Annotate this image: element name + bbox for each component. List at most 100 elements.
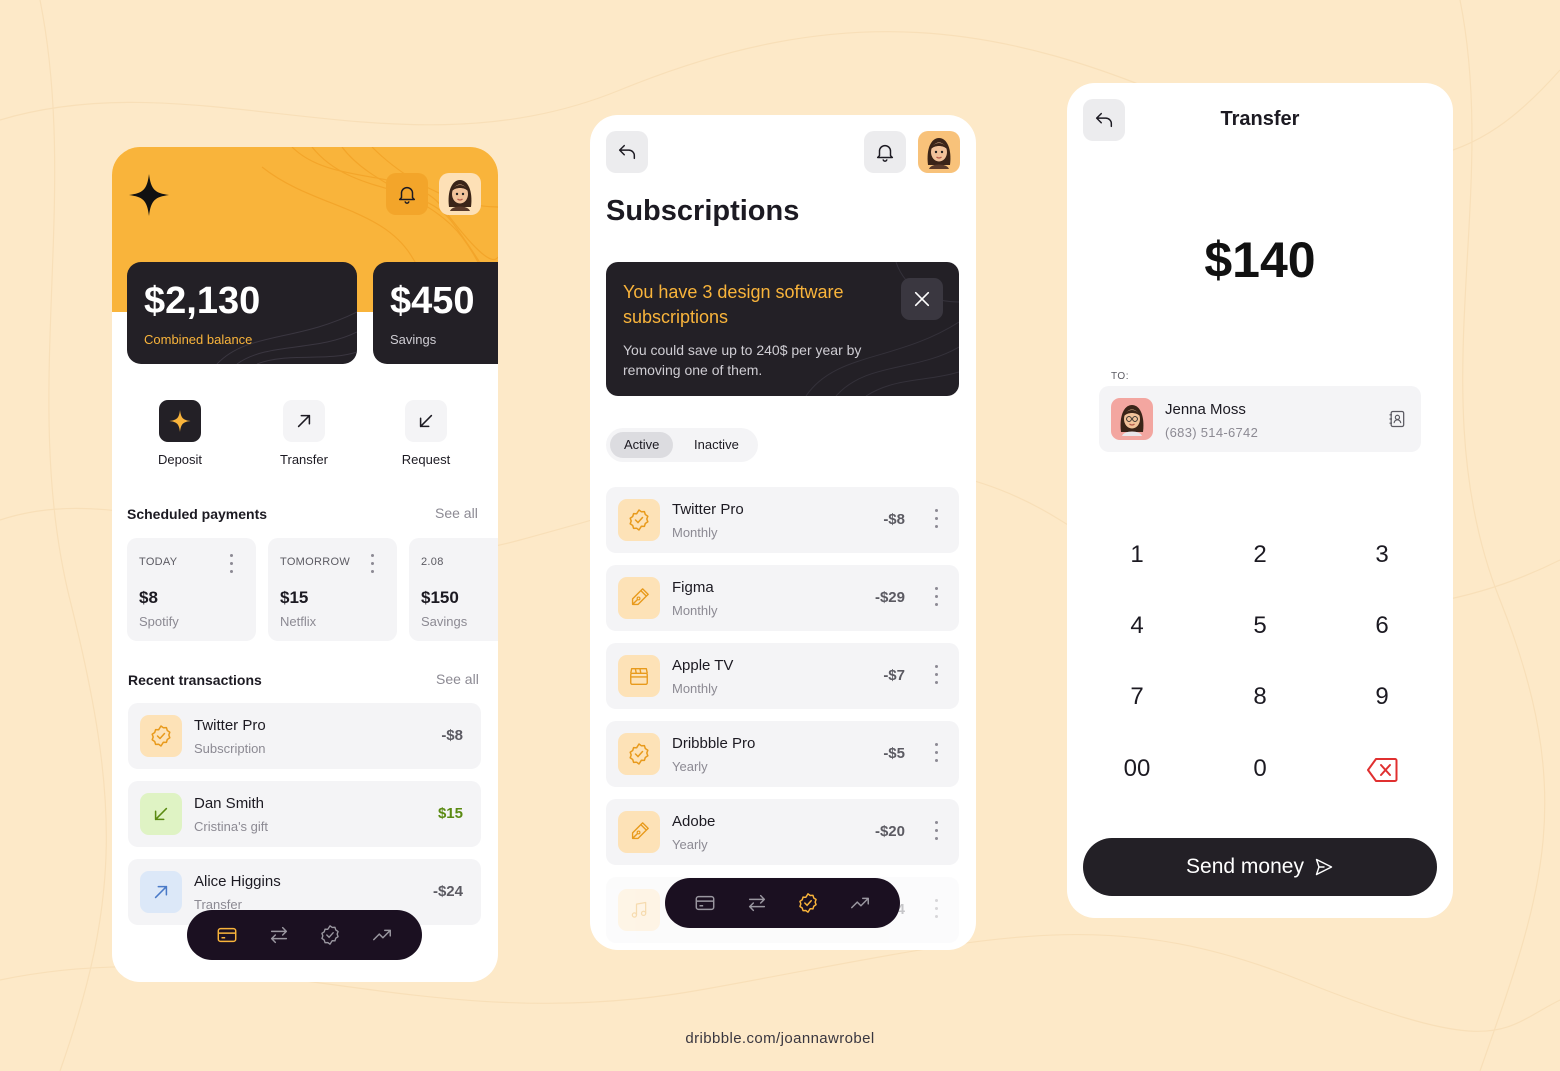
- verified-badge-icon: [629, 743, 649, 765]
- close-button[interactable]: [901, 278, 943, 320]
- key-00[interactable]: 00: [1097, 755, 1177, 783]
- verified-badge-icon: [629, 509, 649, 531]
- backspace-key[interactable]: [1342, 755, 1422, 790]
- combined-balance-card[interactable]: $2,130 Combined balance: [127, 262, 357, 364]
- recent-transactions-title: Recent transactions: [128, 672, 262, 688]
- key-5[interactable]: 5: [1220, 612, 1300, 640]
- key-9[interactable]: 9: [1342, 683, 1422, 711]
- pen-tool-icon: [631, 822, 649, 840]
- home-screen: $2,130 Combined balance $450 Savings Dep…: [112, 147, 498, 982]
- send-money-button[interactable]: Send money: [1083, 838, 1437, 896]
- transaction-row[interactable]: Dan Smith Cristina's gift $15: [128, 781, 481, 847]
- scheduled-payment-card[interactable]: TOMORROW $15 Netflix: [268, 538, 397, 641]
- nav-analytics[interactable]: [365, 918, 399, 952]
- subscription-row[interactable]: Figma Monthly -$29: [606, 565, 959, 631]
- recipient-phone: (683) 514-6742: [1165, 425, 1259, 440]
- scheduled-payment-card[interactable]: TODAY $8 Spotify: [127, 538, 256, 641]
- tab-active[interactable]: Active: [610, 432, 674, 458]
- key-2[interactable]: 2: [1220, 541, 1300, 569]
- sparkle-logo-icon: [129, 174, 169, 216]
- notifications-button[interactable]: [864, 131, 906, 173]
- more-options-icon[interactable]: [935, 665, 939, 685]
- transaction-amount: $15: [437, 805, 463, 822]
- scheduled-amount: $8: [139, 588, 158, 607]
- scheduled-payment-card[interactable]: 2.08 $150 Savings: [409, 538, 498, 641]
- subscription-period: Monthly: [672, 525, 718, 540]
- deposit-button[interactable]: Deposit: [135, 400, 225, 467]
- nav-transfers[interactable]: [740, 886, 774, 920]
- verified-badge-icon: [151, 725, 171, 747]
- key-3[interactable]: 3: [1342, 541, 1422, 569]
- avatar-face-icon: [927, 138, 951, 169]
- contact-book-icon: [1389, 410, 1405, 428]
- bottom-nav: [187, 910, 422, 960]
- scheduled-see-all-link[interactable]: See all: [435, 505, 478, 521]
- avatar-face-icon: [1120, 405, 1144, 436]
- key-1[interactable]: 1: [1097, 541, 1177, 569]
- more-options-icon[interactable]: [935, 743, 939, 763]
- more-options-icon[interactable]: [935, 899, 939, 919]
- bell-icon: [398, 186, 416, 204]
- tab-inactive[interactable]: Inactive: [680, 432, 753, 458]
- more-options-icon[interactable]: [935, 509, 939, 529]
- bottom-nav: [665, 878, 900, 928]
- nav-subscriptions[interactable]: [313, 918, 347, 952]
- subscription-name: Adobe: [672, 813, 716, 830]
- request-label: Request: [401, 452, 451, 467]
- avatar[interactable]: [439, 173, 481, 215]
- trend-up-icon: [851, 897, 870, 909]
- recent-see-all-link[interactable]: See all: [436, 671, 479, 687]
- verified-badge-icon: [799, 893, 818, 913]
- subscription-name: Figma: [672, 579, 714, 596]
- nav-subscriptions[interactable]: [791, 886, 825, 920]
- page-title: Transfer: [1220, 108, 1300, 130]
- footer-credit: dribbble.com/joannawrobel: [685, 1030, 875, 1047]
- scheduled-amount: $150: [421, 588, 459, 607]
- swap-arrows-icon: [270, 926, 287, 944]
- contacts-button[interactable]: [1387, 409, 1407, 434]
- wallet-icon: [217, 927, 237, 943]
- savings-card[interactable]: $450 Savings: [373, 262, 498, 364]
- nav-transfers[interactable]: [262, 918, 296, 952]
- transaction-row[interactable]: Twitter Pro Subscription -$8: [128, 703, 481, 769]
- key-8[interactable]: 8: [1220, 683, 1300, 711]
- trend-up-icon: [373, 929, 392, 941]
- more-options-icon[interactable]: [935, 587, 939, 607]
- recipient-field[interactable]: Jenna Moss (683) 514-6742: [1099, 386, 1421, 452]
- scheduled-payee: Netflix: [280, 614, 317, 629]
- key-6[interactable]: 6: [1342, 612, 1422, 640]
- savings-tip-banner: You have 3 design software subscriptions…: [606, 262, 959, 396]
- balance-amount: $2,130: [144, 280, 261, 322]
- nav-cards[interactable]: [210, 918, 244, 952]
- arrow-down-left-icon: [154, 807, 168, 821]
- subscription-row[interactable]: Adobe Yearly -$20: [606, 799, 959, 865]
- transaction-amount: -$24: [432, 883, 463, 900]
- back-button[interactable]: [606, 131, 648, 173]
- banner-heading: You have 3 design software subscriptions: [623, 282, 844, 327]
- key-4[interactable]: 4: [1097, 612, 1177, 640]
- subscription-amount: -$29: [874, 589, 905, 606]
- subscription-row[interactable]: Twitter Pro Monthly -$8: [606, 487, 959, 553]
- nav-cards[interactable]: [688, 886, 722, 920]
- nav-analytics[interactable]: [843, 886, 877, 920]
- deposit-label: Deposit: [157, 452, 203, 467]
- avatar[interactable]: [918, 131, 960, 173]
- more-options-icon[interactable]: [935, 821, 939, 841]
- transfer-button[interactable]: Transfer: [259, 400, 349, 467]
- subscription-row[interactable]: Apple TV Monthly -$7: [606, 643, 959, 709]
- subscription-row[interactable]: Dribbble Pro Yearly -$5: [606, 721, 959, 787]
- subscription-name: Apple TV: [672, 657, 734, 674]
- more-options-icon[interactable]: [371, 554, 375, 574]
- key-7[interactable]: 7: [1097, 683, 1177, 711]
- transaction-name: Alice Higgins: [194, 873, 281, 890]
- scheduled-date: TOMORROW: [280, 556, 351, 568]
- request-button[interactable]: Request: [381, 400, 471, 467]
- subscription-amount: -$20: [874, 823, 905, 840]
- close-icon: [914, 291, 930, 307]
- balance-label: Combined balance: [144, 332, 253, 347]
- more-options-icon[interactable]: [230, 554, 234, 574]
- notifications-button[interactable]: [386, 173, 428, 215]
- transfer-label: Transfer: [280, 452, 328, 467]
- transaction-type: Cristina's gift: [194, 819, 269, 834]
- key-0[interactable]: 0: [1220, 755, 1300, 783]
